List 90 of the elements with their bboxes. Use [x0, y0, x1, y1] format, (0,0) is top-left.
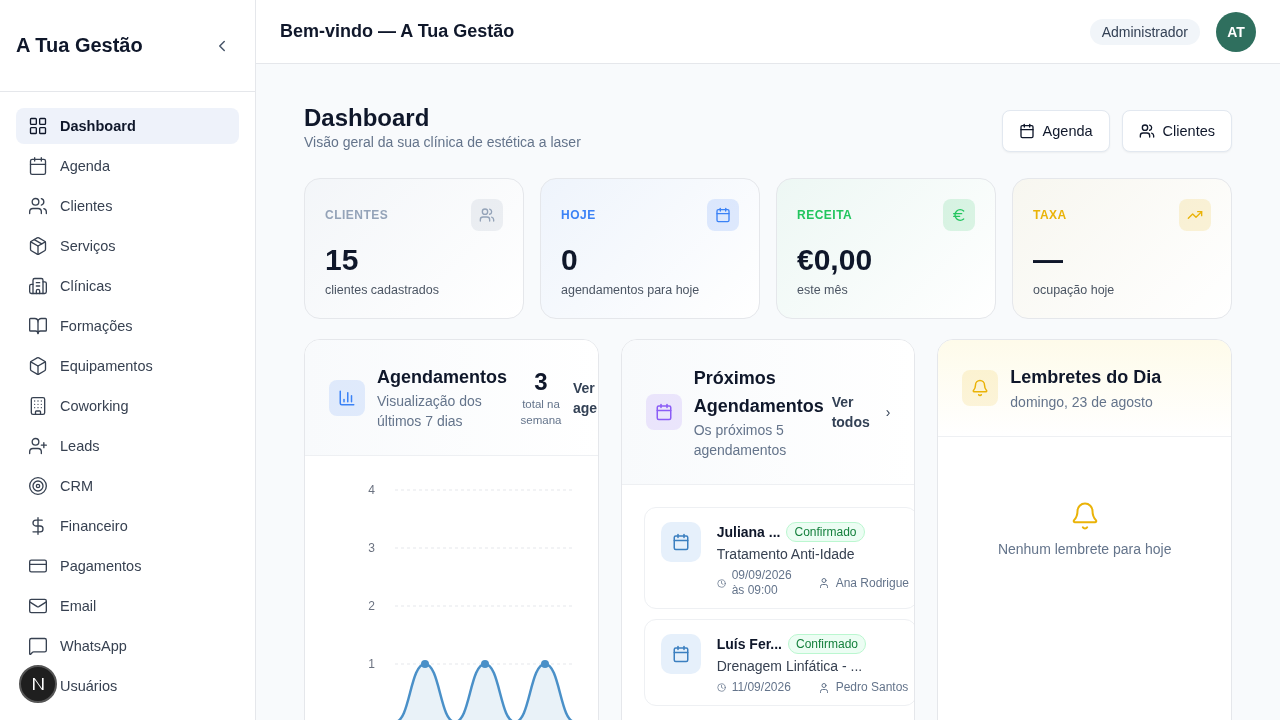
nav-item[interactable]: Financeiro [16, 508, 239, 544]
card-subtitle: Visualização dos últimos 7 dias [377, 392, 483, 432]
book-icon [28, 316, 48, 336]
card-title: Agendamentos [377, 365, 505, 389]
header-title: Bem-vindo — A Tua Gestão [280, 21, 515, 42]
nav-item[interactable]: Dashboard [16, 108, 239, 144]
stat-label: RECEITA [797, 208, 853, 222]
staff-name: Pedro Santos [835, 680, 909, 695]
chat-icon [28, 636, 48, 656]
calendar-icon [28, 156, 48, 176]
axis-tick-label: 3 [368, 541, 375, 555]
axis-tick-label: 2 [368, 599, 375, 613]
stat-value: 15 [325, 243, 360, 277]
appointment-time: às 09:00 [731, 583, 779, 598]
user-icon [817, 577, 830, 589]
nav-item[interactable]: WhatsApp [16, 628, 239, 664]
nav-item[interactable]: Clínicas [16, 268, 239, 304]
page-title: Dashboard [304, 104, 431, 132]
card-subtitle: domingo, 23 de agosto [1010, 392, 1154, 412]
nav-item[interactable]: Pagamentos [16, 548, 239, 584]
card-title: Próximos Agendamentos [693, 367, 825, 418]
axis-tick-label: 4 [368, 483, 375, 497]
box-icon [28, 356, 48, 376]
stat-label: CLIENTES [325, 208, 389, 222]
calendar-icon [1018, 123, 1035, 139]
weekly-total: 3 [534, 367, 548, 396]
calendar-icon [660, 634, 701, 674]
dev-tools-button[interactable] [19, 665, 57, 703]
service-name: Drenagem Linfática - ... [716, 658, 864, 674]
clock-icon [716, 683, 726, 692]
grid-icon [28, 116, 48, 136]
user-avatar[interactable]: AT [1216, 11, 1256, 52]
target-icon [28, 476, 48, 496]
stat-label: TAXA [1033, 208, 1067, 222]
role-badge: Administrador [1089, 18, 1200, 45]
view-link[interactable]: Ver age [573, 377, 598, 418]
stat-value: €0,00 [797, 243, 874, 277]
logo-icon [30, 676, 46, 692]
user-icon [817, 681, 830, 694]
empty-message: Nenhum lembrete para hoje [997, 541, 1172, 557]
chevron-icon: › [885, 404, 891, 420]
card-subtitle: Os próximos 5 agendamentos [693, 421, 788, 460]
service-name: Tratamento Anti-Idade [716, 546, 856, 562]
axis-tick-label: 1 [368, 657, 375, 671]
card-title: Lembretes do Dia [1010, 366, 1162, 390]
total-label: total na semana [519, 396, 563, 428]
nav-item[interactable]: Coworking [16, 388, 239, 424]
building-icon [28, 396, 48, 416]
stat-label: HOJE [561, 208, 596, 222]
stat-value: — [1033, 243, 1064, 277]
nav-item[interactable]: Leads [16, 428, 239, 464]
nav-item[interactable]: Agenda [16, 148, 239, 184]
building-icon [28, 276, 48, 296]
page-subtitle: Visão geral da sua clínica de estética a laser [304, 134, 581, 150]
client-name: Juliana ... [716, 524, 781, 540]
users-icon [471, 199, 503, 231]
user-plus-icon [28, 436, 48, 456]
appointment-date: 11/09/2026 [731, 680, 792, 695]
status-badge: Confirmado [786, 522, 865, 542]
calendar-icon [707, 199, 739, 231]
users-icon [28, 196, 48, 216]
stat-value: 0 [561, 243, 579, 277]
nav-item[interactable]: Email [16, 588, 239, 624]
nav-item[interactable]: Equipamentos [16, 348, 239, 384]
client-name: Luís Fer... [716, 636, 782, 652]
calendar-icon [660, 522, 701, 562]
nav-item[interactable]: Clientes [16, 188, 239, 224]
trend-icon [1179, 199, 1211, 231]
shortcut-button[interactable]: Agenda [1001, 110, 1110, 152]
stat-caption: agendamentos para hoje [561, 283, 701, 297]
users-icon [1138, 123, 1155, 139]
clock-icon [716, 578, 726, 588]
view-all-link[interactable]: Ver todos [831, 392, 874, 432]
status-badge: Confirmado [788, 634, 867, 654]
euro-icon [943, 199, 975, 231]
nav-item[interactable]: Formações [16, 308, 239, 344]
bell-icon [962, 370, 999, 406]
stat-caption: clientes cadastrados [325, 283, 440, 297]
calendar-icon [645, 394, 682, 430]
bar-chart-icon [329, 379, 365, 416]
stat-caption: ocupação hoje [1033, 283, 1116, 297]
shortcut-button[interactable]: Clientes [1121, 110, 1232, 152]
app-title: A Tua Gestão [16, 34, 143, 57]
mail-icon [28, 596, 48, 616]
nav-item[interactable]: CRM [16, 468, 239, 504]
box-icon [28, 236, 48, 256]
stat-caption: este mês [797, 283, 849, 297]
appointment-date: 09/09/2026 [731, 568, 793, 583]
staff-name: Ana Rodrigue [835, 575, 910, 591]
nav-item[interactable]: Serviços [16, 228, 239, 264]
